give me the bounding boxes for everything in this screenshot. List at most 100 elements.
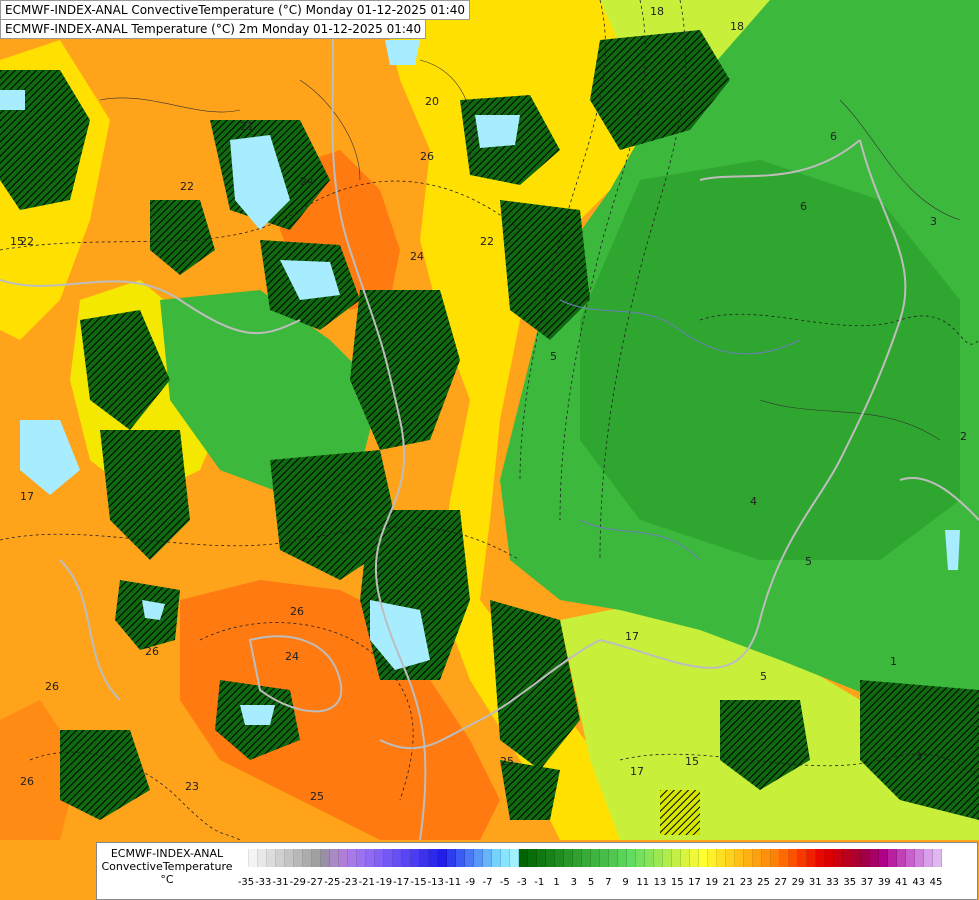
contour-label: 3: [915, 750, 922, 763]
legend-tick: 41: [895, 877, 908, 888]
legend-swatch: [528, 849, 537, 867]
legend-swatch: [420, 849, 429, 867]
legend-tick: 45: [929, 877, 943, 888]
contour-label: 26: [145, 645, 159, 658]
contour-label: 22: [180, 180, 194, 193]
cold-patch: [475, 115, 520, 148]
weather-map[interactable]: 2221242426222022181817665451517252626262…: [0, 0, 979, 900]
legend-swatch: [906, 849, 915, 867]
legend-tick: 21: [722, 877, 736, 888]
legend-swatch: [591, 849, 600, 867]
legend-swatch: [924, 849, 933, 867]
legend-swatch: [321, 849, 330, 867]
legend-swatch: [852, 849, 861, 867]
legend-swatch: [483, 849, 492, 867]
legend-tick: -1: [534, 877, 545, 888]
legend-tick: 13: [653, 877, 667, 888]
contour-label: 5: [760, 670, 767, 683]
legend-tick: 33: [826, 877, 839, 888]
legend-swatch: [627, 849, 636, 867]
contour-label: 18: [730, 20, 744, 33]
legend-swatch: [582, 849, 591, 867]
legend-tick: 3: [570, 877, 577, 888]
legend-swatch: [780, 849, 789, 867]
contour-label: 24: [410, 250, 424, 263]
legend-swatch: [294, 849, 303, 867]
legend-tick: 43: [912, 877, 926, 888]
legend-swatch: [825, 849, 834, 867]
legend-swatch: [402, 849, 411, 867]
legend-swatch: [699, 849, 708, 867]
legend-tick: -5: [499, 877, 510, 888]
legend-swatch: [312, 849, 321, 867]
legend-swatch: [789, 849, 798, 867]
legend-swatch: [807, 849, 816, 867]
legend-color-bar: [240, 849, 942, 867]
legend-swatch: [681, 849, 690, 867]
map-title-line-1: ECMWF-INDEX-ANAL ConvectiveTemperature (…: [0, 0, 470, 20]
contour-label: 26: [45, 680, 59, 693]
legend-swatch: [744, 849, 753, 867]
contour-label: 15: [10, 235, 24, 248]
legend-tick: 11: [636, 877, 650, 888]
cold-patch: [0, 90, 25, 110]
legend-swatch: [726, 849, 735, 867]
legend-swatch: [636, 849, 645, 867]
legend-tick: 25: [757, 877, 770, 888]
legend-swatch: [843, 849, 852, 867]
legend-swatch: [735, 849, 744, 867]
legend-swatch: [384, 849, 393, 867]
legend-swatch: [267, 849, 276, 867]
contour-label: 1: [890, 655, 897, 668]
legend-tick: -13: [427, 877, 444, 888]
legend-tick: 23: [739, 877, 753, 888]
contour-label: 26: [20, 775, 34, 788]
legend-swatch: [690, 849, 699, 867]
legend-tick: 15: [670, 877, 684, 888]
legend-swatch: [510, 849, 519, 867]
legend-tick: -23: [341, 877, 358, 888]
legend-swatch: [861, 849, 870, 867]
legend-swatch: [465, 849, 474, 867]
legend-swatch: [555, 849, 564, 867]
legend-tick: 31: [808, 877, 822, 888]
legend-title-variable: ConvectiveTemperature: [101, 860, 233, 873]
legend-swatch: [501, 849, 510, 867]
legend-swatch: [393, 849, 402, 867]
legend-swatch: [456, 849, 465, 867]
legend-tick: -11: [444, 877, 462, 888]
legend-swatch: [672, 849, 681, 867]
legend-tick: 5: [587, 877, 595, 888]
contour-label: 17: [625, 630, 639, 643]
legend-swatch: [339, 849, 348, 867]
color-legend: ECMWF-INDEX-ANAL ConvectiveTemperature °…: [96, 842, 978, 900]
legend-tick: 39: [877, 877, 891, 888]
contour-label: 25: [310, 790, 324, 803]
contour-label: 3: [930, 215, 937, 228]
legend-tick: -7: [482, 877, 493, 888]
legend-swatch: [645, 849, 654, 867]
legend-swatch: [870, 849, 879, 867]
legend-swatch: [276, 849, 285, 867]
legend-tick: -33: [255, 877, 272, 888]
legend-swatch: [897, 849, 906, 867]
legend-swatch: [474, 849, 483, 867]
legend-swatch: [366, 849, 375, 867]
legend-tick: 29: [791, 877, 805, 888]
legend-swatch: [330, 849, 339, 867]
legend-swatch: [798, 849, 807, 867]
legend-swatch: [888, 849, 897, 867]
legend-tick: -19: [375, 877, 393, 888]
legend-title-model: ECMWF-INDEX-ANAL: [110, 847, 224, 860]
legend-swatch: [816, 849, 825, 867]
contour-label: 5: [550, 350, 557, 363]
legend-tick: -27: [306, 877, 324, 888]
legend-tick-labels: -35 -33 -31 -29 -27 -25 -23 -21 -19 -17 -15 -13 -11-…: [238, 877, 979, 891]
cold-patch: [385, 40, 420, 65]
legend-tick: 1: [553, 877, 560, 888]
legend-swatch: [708, 849, 717, 867]
legend-swatch: [834, 849, 843, 867]
legend-tick: -17: [393, 877, 410, 888]
contour-label: 4: [750, 495, 757, 508]
contour-label: 2: [960, 430, 967, 443]
